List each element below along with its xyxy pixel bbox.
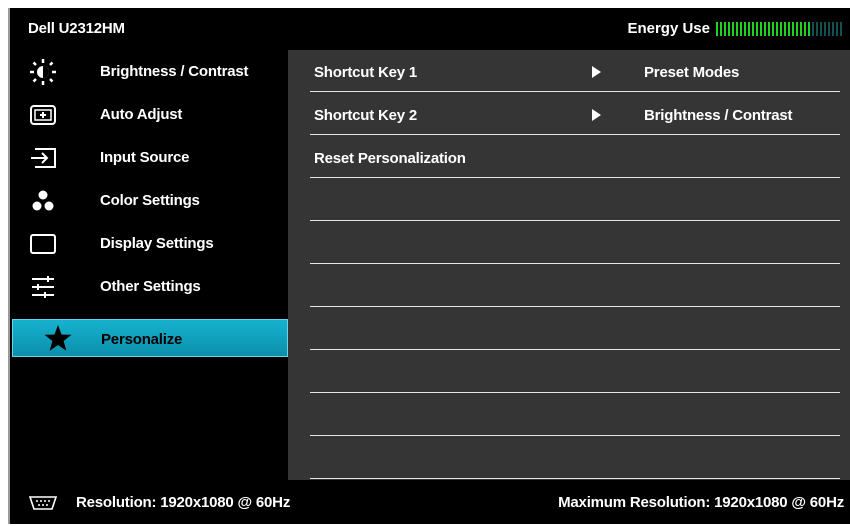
auto-adjust-icon [30,105,56,125]
menu-item-label: Brightness / Contrast [100,63,249,80]
energy-bar-segment [748,21,750,36]
current-resolution: Resolution: 1920x1080 @ 60Hz [76,494,291,511]
row-value: Brightness / Contrast [644,107,793,124]
reset-personalization-row[interactable]: Reset Personalization [310,136,840,178]
menu-item-brightness-contrast[interactable]: Brightness / Contrast [10,50,288,93]
arrow-right-icon [592,109,601,121]
energy-bar-segment [812,21,814,36]
empty-row [310,222,840,264]
empty-row [310,351,840,393]
energy-bar-segment [792,21,794,36]
energy-bar-segment [776,21,778,36]
energy-bar-segment [724,21,726,36]
energy-bar-segment [772,21,774,36]
energy-bar-segment [828,21,830,36]
empty-row [310,437,840,479]
energy-bar-segment [728,21,730,36]
energy-use-label: Energy Use [627,20,710,37]
osd-main-menu: Brightness / Contrast Auto Adjust Input … [10,50,288,480]
energy-bars [716,21,844,36]
energy-bar-segment [732,21,734,36]
energy-bar-segment [736,21,738,36]
monitor-osd: Dell U2312HM Energy Use Brightness / Con… [8,8,850,524]
arrow-right-icon [592,66,601,78]
energy-bar-segment [764,21,766,36]
menu-item-input-source[interactable]: Input Source [10,136,288,179]
energy-bar-segment [720,21,722,36]
row-label: Reset Personalization [314,150,466,167]
energy-bar-segment [768,21,770,36]
osd-footer: Resolution: 1920x1080 @ 60Hz Maximum Res… [10,480,850,524]
menu-item-label: Color Settings [100,192,200,209]
energy-bar-segment [756,21,758,36]
energy-bar-segment [800,21,802,36]
star-icon [44,325,72,351]
energy-bar-segment [752,21,754,36]
menu-item-label: Other Settings [100,278,201,295]
energy-bar-segment [808,21,810,36]
osd-header: Dell U2312HM Energy Use [10,8,850,50]
energy-bar-segment [716,21,718,36]
energy-bar-segment [804,21,806,36]
menu-item-label: Auto Adjust [100,106,183,123]
menu-item-label: Personalize [101,331,183,348]
energy-bar-segment [836,21,838,36]
menu-item-other-settings[interactable]: Other Settings [10,265,288,308]
shortcut-key-1-row[interactable]: Shortcut Key 1 Preset Modes [310,50,840,92]
menu-item-display-settings[interactable]: Display Settings [10,222,288,265]
maximum-resolution: Maximum Resolution: 1920x1080 @ 60Hz [558,494,844,511]
row-label: Shortcut Key 1 [314,64,418,81]
energy-bar-segment [840,21,842,36]
brightness-icon [30,59,56,85]
energy-bar-segment [780,21,782,36]
empty-row [310,179,840,221]
menu-item-color-settings[interactable]: Color Settings [10,179,288,222]
input-source-icon [31,148,56,168]
menu-item-label: Display Settings [100,235,214,252]
menu-item-personalize[interactable]: Personalize [12,319,288,357]
row-label: Shortcut Key 2 [314,107,418,124]
energy-bar-segment [832,21,834,36]
other-settings-icon [32,276,54,298]
energy-bar-segment [796,21,798,36]
energy-bar-segment [816,21,818,36]
energy-bar-segment [740,21,742,36]
empty-row [310,308,840,350]
menu-item-label: Input Source [100,149,190,166]
energy-bar-segment [784,21,786,36]
energy-bar-segment [788,21,790,36]
energy-bar-segment [744,21,746,36]
energy-bar-segment [824,21,826,36]
model-name: Dell U2312HM [28,20,125,37]
empty-row [310,394,840,436]
energy-use-meter: Energy Use [627,20,844,37]
menu-item-auto-adjust[interactable]: Auto Adjust [10,93,288,136]
row-value: Preset Modes [644,64,740,81]
personalize-submenu: Shortcut Key 1 Preset Modes Shortcut Key… [288,50,850,480]
energy-bar-segment [820,21,822,36]
vga-connector-icon [28,496,58,510]
empty-row [310,265,840,307]
shortcut-key-2-row[interactable]: Shortcut Key 2 Brightness / Contrast [310,93,840,135]
energy-bar-segment [760,21,762,36]
color-settings-icon [32,190,54,211]
display-settings-icon [30,234,56,254]
